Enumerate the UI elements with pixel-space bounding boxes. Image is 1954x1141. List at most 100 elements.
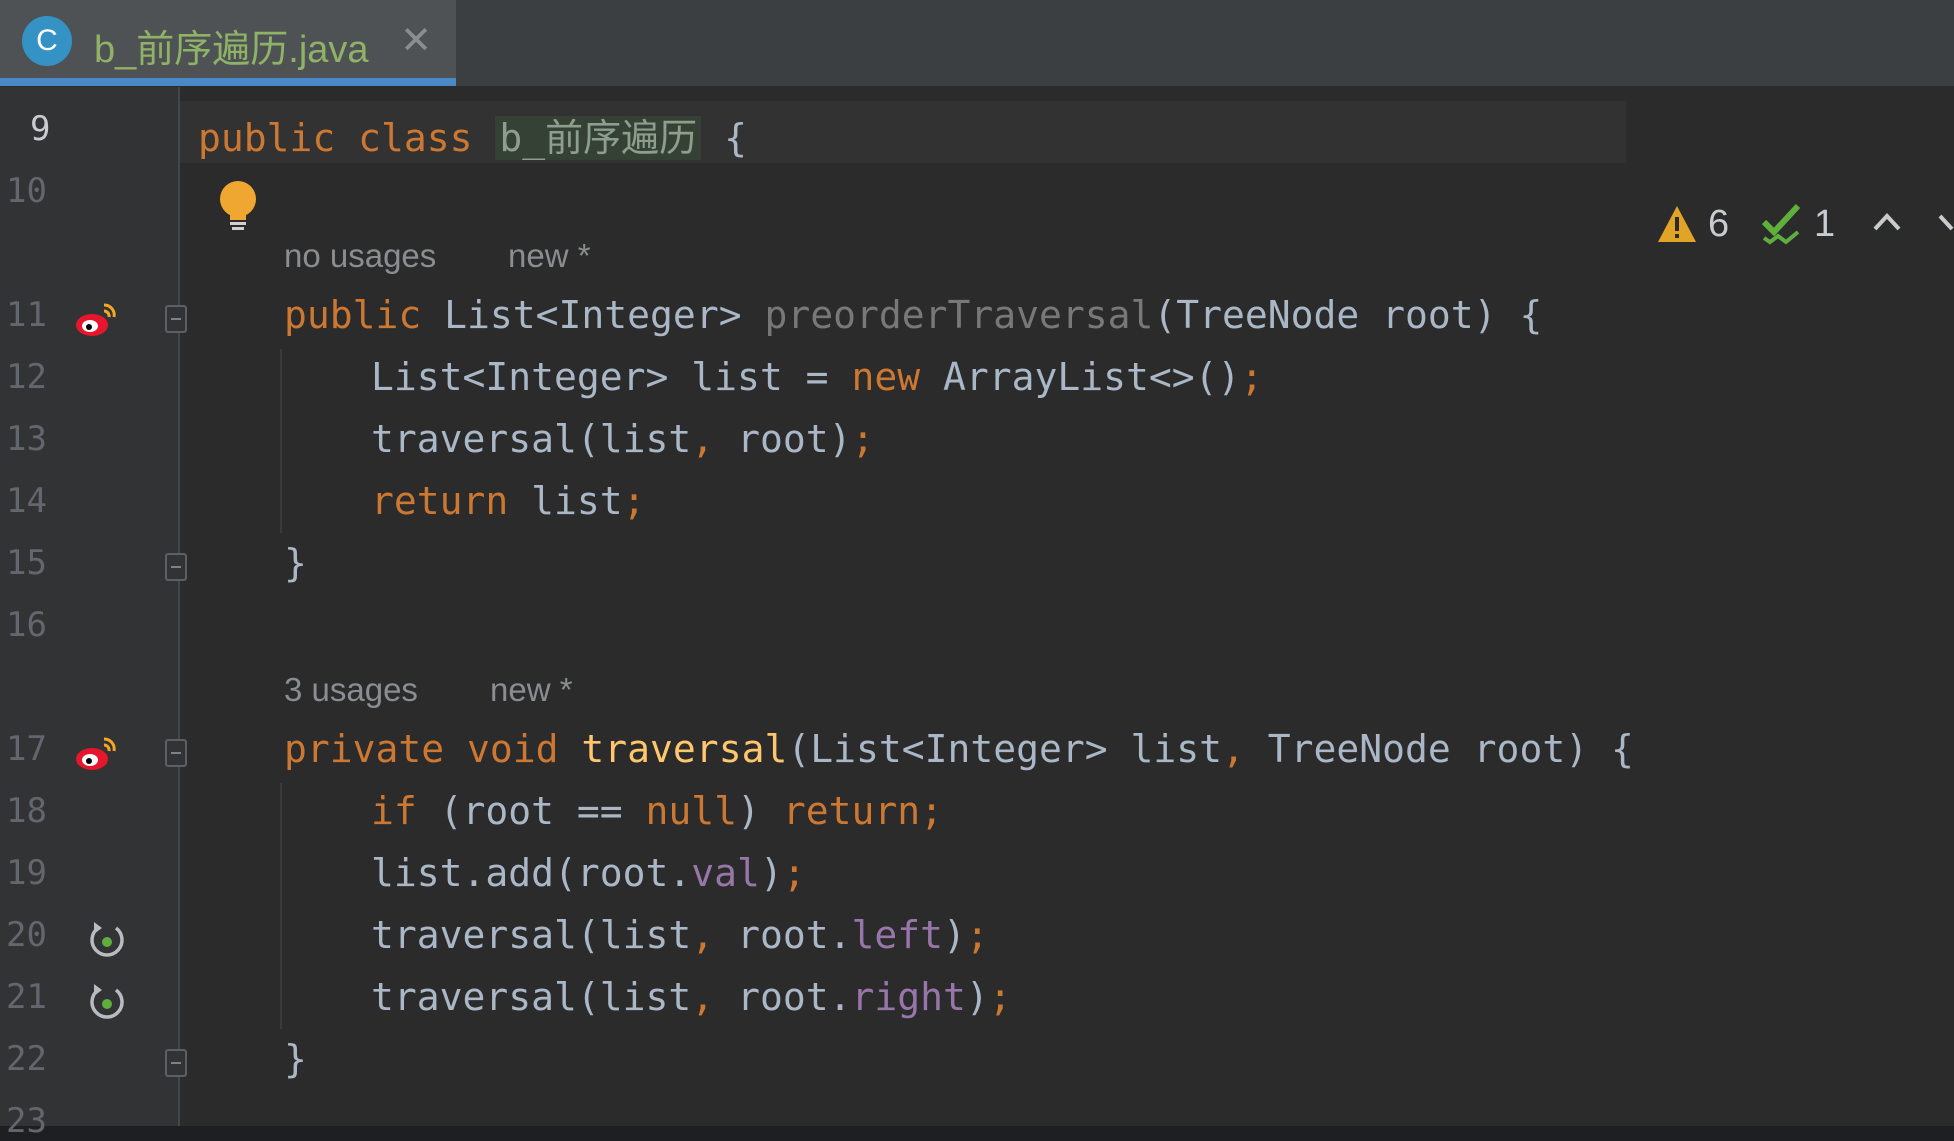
code-text: traversal(list (371, 913, 692, 957)
code-text: root. (737, 975, 852, 1019)
code-line-20[interactable]: traversal(list, root.left); (371, 913, 989, 957)
line-number: 11 (6, 295, 47, 335)
chevron-up-icon[interactable] (1870, 205, 1904, 239)
code-text: root) (737, 417, 852, 461)
comma: , (691, 975, 738, 1019)
field-name: left (851, 913, 943, 957)
keyword: null (645, 789, 738, 833)
more-vertical-icon[interactable]: ⋮ (1944, 11, 1954, 68)
code-text: (TreeNode root) { (1153, 293, 1543, 337)
tab-b-preorder-java[interactable]: C b_前序遍历.java ✕ (0, 0, 456, 86)
code-text: root. (737, 913, 852, 957)
field-name: right (851, 975, 966, 1019)
line-number: 15 (6, 543, 47, 583)
code-line-13[interactable]: traversal(list, root); (371, 417, 874, 461)
keyword: return (371, 479, 532, 523)
usages-hint[interactable]: 3 usages (284, 671, 418, 709)
keyword: return (782, 789, 921, 833)
keyword: new (851, 355, 943, 399)
semicolon: ; (965, 913, 989, 957)
code-text: ) (759, 851, 783, 895)
keyword: public class (198, 116, 496, 160)
code-line-11[interactable]: public List<Integer> preorderTraversal(T… (284, 293, 1542, 337)
code-line-15[interactable]: } (284, 541, 307, 585)
code-text: traversal(list (371, 417, 692, 461)
line-number: 19 (6, 853, 47, 893)
code-text: traversal(list (371, 975, 692, 1019)
method-name: preorderTraversal (764, 293, 1154, 337)
fold-toggle[interactable] (165, 1049, 187, 1077)
code-text: TreeNode root) { (1267, 727, 1634, 771)
warnings-indicator[interactable]: 6 (1656, 199, 1729, 249)
code-text: ArrayList<>() (942, 355, 1241, 399)
field-name: val (691, 851, 760, 895)
line-number: 9 (30, 109, 51, 149)
code-line-12[interactable]: List<Integer> list = new ArrayList<>(); (371, 355, 1263, 399)
gutter-divider (178, 87, 180, 1126)
code-text: ) (965, 975, 989, 1019)
code-text: ) (737, 789, 783, 833)
comma: , (691, 417, 738, 461)
line-number: 22 (6, 1039, 47, 1079)
line-number: 23 (6, 1101, 47, 1141)
code-line-19[interactable]: list.add(root.val); (371, 851, 806, 895)
warnings-count: 6 (1708, 202, 1730, 245)
fold-toggle[interactable] (165, 553, 187, 581)
code-text: list.add(root. (371, 851, 692, 895)
line-number: 20 (6, 915, 47, 955)
keyword: public (284, 293, 445, 337)
semicolon: ; (1240, 355, 1264, 399)
java-class-icon: C (22, 16, 72, 66)
line-number: 16 (6, 605, 47, 645)
close-icon[interactable]: ✕ (396, 14, 436, 66)
fold-toggle[interactable] (165, 305, 187, 333)
usages-hint[interactable]: no usages (284, 237, 436, 275)
line-number: 10 (6, 171, 47, 211)
warning-icon (1658, 206, 1696, 242)
code-text: list (531, 479, 623, 523)
code-text: (root == (439, 789, 646, 833)
line-number: 14 (6, 481, 47, 521)
closing-brace: } (284, 1037, 307, 1081)
code-text: { (701, 116, 747, 160)
semicolon: ; (851, 417, 875, 461)
semicolon: ; (988, 975, 1012, 1019)
method-name: traversal (581, 727, 788, 771)
weibo-icon[interactable] (74, 733, 118, 773)
code-line-9[interactable]: public class b_前序遍历 { (198, 107, 747, 162)
code-line-18[interactable]: if (root == null) return; (371, 789, 943, 833)
comma: , (691, 913, 738, 957)
tab-filename: b_前序遍历.java (94, 29, 369, 71)
semicolon: ; (920, 789, 943, 833)
line-number: 18 (6, 791, 47, 831)
line-number: 21 (6, 977, 47, 1017)
editor-tab-bar: C b_前序遍历.java ✕ ⋮ (0, 0, 1954, 87)
code-text: List<Integer> list = (371, 355, 852, 399)
author-hint[interactable]: new * (508, 237, 591, 275)
class-name: b_前序遍历 (495, 116, 702, 160)
checks-count: 1 (1814, 202, 1836, 245)
code-text: List<Integer> (444, 293, 765, 337)
indent-guide (280, 349, 282, 533)
code-line-14[interactable]: return list; (371, 479, 646, 523)
recursive-call-icon[interactable] (86, 920, 128, 962)
closing-brace: } (284, 541, 307, 585)
keyword: private void (284, 727, 582, 771)
code-line-21[interactable]: traversal(list, root.right); (371, 975, 1012, 1019)
semicolon: ; (622, 479, 646, 523)
weibo-icon[interactable] (74, 299, 118, 339)
recursive-call-icon[interactable] (86, 982, 128, 1024)
checks-indicator[interactable]: 1 (1760, 199, 1835, 249)
code-line-22[interactable]: } (284, 1037, 307, 1081)
indent-guide (280, 783, 282, 1029)
author-hint[interactable]: new * (490, 671, 573, 709)
lightbulb-icon[interactable] (216, 179, 260, 235)
line-number: 12 (6, 357, 47, 397)
chevron-down-icon[interactable] (1936, 205, 1954, 239)
fold-toggle[interactable] (165, 739, 187, 767)
code-editor[interactable]: 9 10 11 12 13 14 15 16 17 18 19 20 21 22… (0, 87, 1954, 1141)
keyword: if (371, 789, 440, 833)
active-tab-indicator (0, 78, 456, 86)
code-line-17[interactable]: private void traversal(List<Integer> lis… (284, 727, 1634, 771)
double-check-icon (1761, 203, 1801, 245)
